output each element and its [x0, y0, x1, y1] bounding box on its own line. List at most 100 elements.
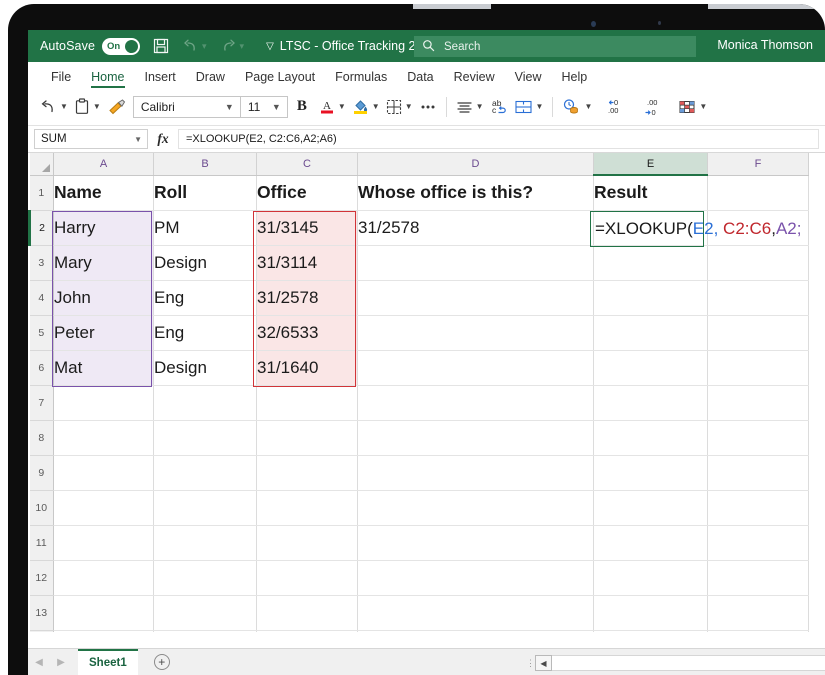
bold-button[interactable]: B [288, 98, 316, 115]
cell-c11[interactable] [256, 525, 358, 561]
cell-b4[interactable]: Eng [153, 280, 257, 316]
paste-button[interactable]: ▼ [71, 94, 104, 120]
cell-f7[interactable] [707, 385, 809, 421]
cell-c6[interactable]: 31/1640 [256, 350, 358, 386]
tab-data[interactable]: Data [397, 70, 443, 88]
next-sheet-button[interactable]: ▶ [50, 657, 72, 668]
cell-d8[interactable] [357, 420, 594, 456]
row-header-13[interactable]: 13 [29, 595, 54, 631]
cell-e14[interactable] [593, 630, 708, 632]
format-painter-button[interactable] [104, 94, 129, 120]
cell-e9[interactable] [593, 455, 708, 491]
cell-f9[interactable] [707, 455, 809, 491]
cell-b8[interactable] [153, 420, 257, 456]
cell-d13[interactable] [357, 595, 594, 631]
wrap-text-button[interactable]: ab c [487, 94, 511, 120]
cell-b5[interactable]: Eng [153, 315, 257, 351]
formula-input[interactable]: =XLOOKUP(E2, C2:C6,A2;A6) [178, 129, 819, 149]
save-icon[interactable] [153, 38, 169, 54]
cell-b13[interactable] [153, 595, 257, 631]
cell-e6[interactable] [593, 350, 708, 386]
cell-e13[interactable] [593, 595, 708, 631]
cell-e3[interactable] [593, 245, 708, 281]
borders-button[interactable]: ▼ [383, 94, 416, 120]
fill-color-button[interactable]: ▼ [349, 94, 383, 120]
cell-d12[interactable] [357, 560, 594, 596]
scroll-split-grip[interactable]: ⋮ [526, 655, 535, 671]
cell-a8[interactable] [53, 420, 154, 456]
cell-a2[interactable]: Harry [53, 210, 154, 246]
user-account-name[interactable]: Monica Thomson [717, 38, 813, 52]
cell-f11[interactable] [707, 525, 809, 561]
font-color-button[interactable]: A ▼ [316, 94, 349, 120]
column-header-d[interactable]: D [357, 153, 594, 176]
row-header-4[interactable]: 4 [29, 280, 54, 316]
cell-e1[interactable]: Result [593, 175, 708, 211]
conditional-formatting-button[interactable]: ▼ [675, 94, 710, 120]
cell-c2[interactable]: 31/3145 [256, 210, 358, 246]
select-all-button[interactable] [29, 153, 54, 176]
cell-c14[interactable] [256, 630, 358, 632]
row-header-9[interactable]: 9 [29, 455, 54, 491]
cell-f8[interactable] [707, 420, 809, 456]
row-header-12[interactable]: 12 [29, 560, 54, 596]
redo-icon[interactable]: ▾ [220, 38, 244, 54]
cell-e11[interactable] [593, 525, 708, 561]
decrease-decimal-button[interactable]: 0 .00 [601, 94, 629, 120]
cell-f13[interactable] [707, 595, 809, 631]
row-header-11[interactable]: 11 [29, 525, 54, 561]
cell-f4[interactable] [707, 280, 809, 316]
cell-b2[interactable]: PM [153, 210, 257, 246]
row-header-14[interactable]: 14 [29, 630, 54, 632]
cell-b6[interactable]: Design [153, 350, 257, 386]
cell-b10[interactable] [153, 490, 257, 526]
horizontal-scrollbar[interactable] [552, 655, 825, 671]
scroll-left-button[interactable]: ◀ [535, 655, 552, 671]
cell-f3[interactable] [707, 245, 809, 281]
cell-c10[interactable] [256, 490, 358, 526]
cell-b1[interactable]: Roll [153, 175, 257, 211]
column-header-c[interactable]: C [256, 153, 358, 176]
cell-c1[interactable]: Office [256, 175, 358, 211]
cell-b12[interactable] [153, 560, 257, 596]
tab-page-layout[interactable]: Page Layout [235, 70, 325, 88]
cell-a7[interactable] [53, 385, 154, 421]
tab-insert[interactable]: Insert [135, 70, 186, 88]
cell-d4[interactable] [357, 280, 594, 316]
sheet-tab-sheet1[interactable]: Sheet1 [78, 649, 138, 675]
cell-d1[interactable]: Whose office is this? [357, 175, 594, 211]
cell-d2[interactable]: 31/2578 [357, 210, 594, 246]
cell-b3[interactable]: Design [153, 245, 257, 281]
cell-a12[interactable] [53, 560, 154, 596]
row-header-6[interactable]: 6 [29, 350, 54, 386]
cell-f5[interactable] [707, 315, 809, 351]
tab-review[interactable]: Review [444, 70, 505, 88]
cell-c7[interactable] [256, 385, 358, 421]
more-options-button[interactable] [416, 94, 440, 120]
autosave-toggle[interactable]: On [102, 37, 141, 55]
cell-e4[interactable] [593, 280, 708, 316]
cell-b14[interactable] [153, 630, 257, 632]
cell-a13[interactable] [53, 595, 154, 631]
column-header-e[interactable]: E [593, 153, 708, 176]
cell-c3[interactable]: 31/3114 [256, 245, 358, 281]
cell-a6[interactable]: Mat [53, 350, 154, 386]
cell-a11[interactable] [53, 525, 154, 561]
cell-e12[interactable] [593, 560, 708, 596]
cell-a4[interactable]: John [53, 280, 154, 316]
row-header-10[interactable]: 10 [29, 490, 54, 526]
cell-a1[interactable]: Name [53, 175, 154, 211]
cell-e2[interactable] [593, 210, 708, 246]
add-sheet-button[interactable]: + [153, 654, 170, 670]
column-header-b[interactable]: B [153, 153, 257, 176]
row-header-5[interactable]: 5 [29, 315, 54, 351]
cell-a3[interactable]: Mary [53, 245, 154, 281]
cell-a5[interactable]: Peter [53, 315, 154, 351]
cell-d14[interactable] [357, 630, 594, 632]
tab-view[interactable]: View [505, 70, 552, 88]
cell-d5[interactable] [357, 315, 594, 351]
insert-function-icon[interactable]: fx [148, 131, 178, 147]
column-header-a[interactable]: A [53, 153, 154, 176]
cell-e10[interactable] [593, 490, 708, 526]
cell-f2[interactable] [707, 210, 809, 246]
